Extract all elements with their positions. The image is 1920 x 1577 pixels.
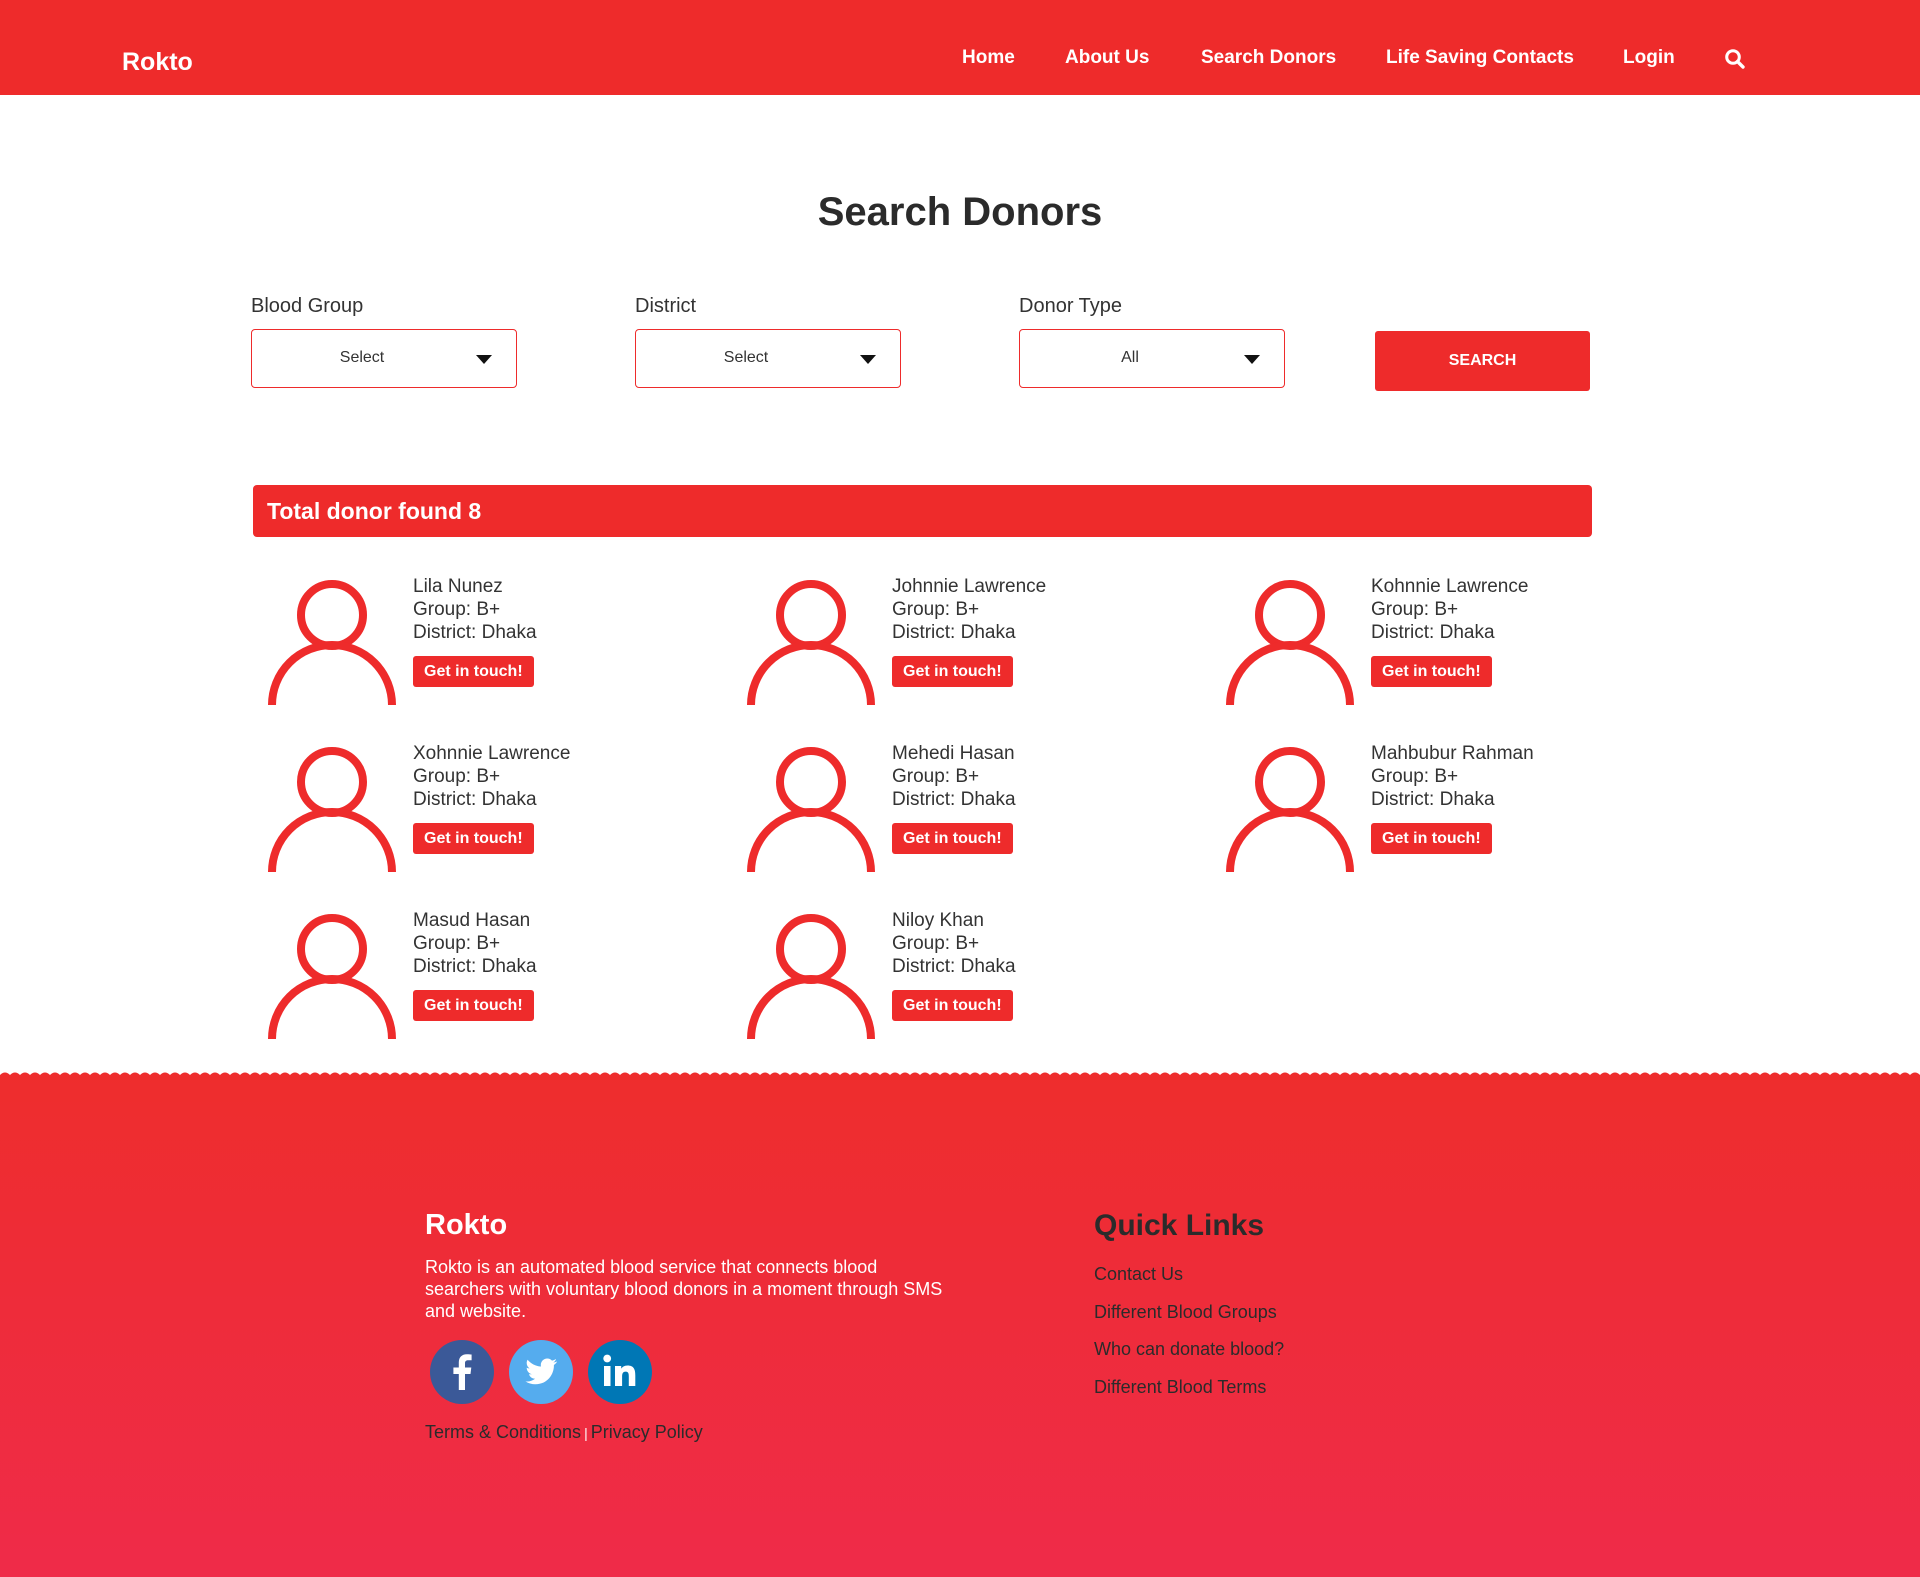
nav-login[interactable]: Login — [1623, 47, 1675, 69]
get-in-touch-button[interactable]: Get in touch! — [1371, 656, 1492, 687]
nav-search-donors[interactable]: Search Donors — [1201, 47, 1336, 69]
donor-info: Lila Nunez Group: B+ District: Dhaka Get in… — [413, 575, 537, 687]
donor-district: District: Dhaka — [892, 622, 1016, 643]
main-nav: Home About Us Search Donors Life Saving … — [0, 47, 1920, 71]
total-donor-text: Total donor found 8 — [267, 498, 482, 524]
donor-card: Lila Nunez Group: B+ District: Dhaka Get in… — [259, 575, 729, 710]
donor-card: Niloy Khan Group: B+ District: Dhaka Get in… — [738, 909, 1208, 1044]
get-in-touch-button[interactable]: Get in touch! — [892, 823, 1013, 854]
chevron-down-icon — [860, 355, 876, 364]
privacy-link[interactable]: Privacy Policy — [591, 1422, 703, 1442]
donor-district: District: Dhaka — [892, 956, 1016, 977]
linkedin-link[interactable] — [588, 1340, 652, 1404]
donor-district: District: Dhaka — [413, 956, 537, 977]
donor-name: Lila Nunez — [413, 576, 503, 597]
donor-type-value: All — [1121, 349, 1139, 366]
twitter-link[interactable] — [509, 1340, 573, 1404]
twitter-icon — [509, 1340, 573, 1404]
donor-group: Group: B+ — [892, 766, 980, 787]
get-in-touch-button[interactable]: Get in touch! — [892, 656, 1013, 687]
donor-district: District: Dhaka — [413, 789, 537, 810]
donor-name: Niloy Khan — [892, 910, 984, 931]
district-value: Select — [723, 349, 769, 366]
donor-name: Masud Hasan — [413, 910, 531, 931]
search-icon[interactable] — [1724, 48, 1746, 70]
get-in-touch-button[interactable]: Get in touch! — [413, 990, 534, 1021]
donor-group: Group: B+ — [892, 933, 980, 954]
donor-group: Group: B+ — [413, 766, 501, 787]
donor-info: Niloy Khan Group: B+ District: Dhaka Get in… — [892, 909, 1016, 1021]
nav-home[interactable]: Home — [962, 47, 1015, 69]
donor-info: Mahbubur Rahman Group: B+ District: Dhaka G… — [1371, 742, 1534, 854]
chevron-down-icon — [1244, 355, 1260, 364]
user-avatar-icon — [268, 914, 396, 1039]
donor-group: Group: B+ — [1371, 766, 1459, 787]
district-select[interactable]: Select — [635, 329, 901, 388]
district-label: District — [635, 295, 697, 317]
get-in-touch-button[interactable]: Get in touch! — [413, 656, 534, 687]
quick-link-who-can-donate[interactable]: Who can donate blood? — [1094, 1339, 1284, 1360]
user-avatar-icon — [747, 914, 875, 1039]
donor-name: Mehedi Hasan — [892, 743, 1015, 764]
blood-group-value: Select — [339, 349, 385, 366]
chevron-down-icon — [476, 355, 492, 364]
user-avatar-icon — [747, 580, 875, 705]
nav-life-saving-contacts[interactable]: Life Saving Contacts — [1386, 47, 1574, 69]
donor-name: Mahbubur Rahman — [1371, 743, 1534, 764]
quick-link-blood-terms[interactable]: Different Blood Terms — [1094, 1377, 1266, 1398]
donor-info: Masud Hasan Group: B+ District: Dhaka Get i… — [413, 909, 537, 1021]
footer-brand: Rokto — [425, 1209, 508, 1241]
donor-name: Johnnie Lawrence — [892, 576, 1047, 597]
top-navbar: Rokto Home About Us Search Donors Life S… — [0, 0, 1920, 95]
donor-district: District: Dhaka — [1371, 622, 1495, 643]
footer-description: Rokto is an automated blood service that… — [425, 1257, 943, 1321]
quick-links-title: Quick Links — [1094, 1209, 1265, 1242]
donor-group: Group: B+ — [413, 933, 501, 954]
facebook-link[interactable] — [430, 1340, 494, 1404]
donor-info: Kohnnie Lawrence Group: B+ District: Dhaka… — [1371, 575, 1528, 687]
donor-type-label: Donor Type — [1019, 295, 1123, 317]
donor-district: District: Dhaka — [413, 622, 537, 643]
get-in-touch-button[interactable]: Get in touch! — [892, 990, 1013, 1021]
donor-type-select[interactable]: All — [1019, 329, 1285, 388]
facebook-icon — [430, 1340, 494, 1404]
legal-separator: | — [584, 1425, 588, 1441]
donor-district: District: Dhaka — [1371, 789, 1495, 810]
get-in-touch-button[interactable]: Get in touch! — [413, 823, 534, 854]
search-button[interactable]: SEARCH — [1375, 331, 1590, 391]
page-title: Search Donors — [817, 190, 1103, 234]
user-avatar-icon — [268, 747, 396, 872]
donor-card: Masud Hasan Group: B+ District: Dhaka Get i… — [259, 909, 729, 1044]
donor-info: Johnnie Lawrence Group: B+ District: Dhaka… — [892, 575, 1046, 687]
terms-link[interactable]: Terms & Conditions — [425, 1422, 581, 1442]
nav-about-us[interactable]: About Us — [1065, 47, 1149, 69]
total-donor-banner: Total donor found 8 — [253, 485, 1592, 537]
donor-info: Xohnnie Lawrence Group: B+ District: Dhaka… — [413, 742, 570, 854]
donor-name: Kohnnie Lawrence — [1371, 576, 1529, 597]
user-avatar-icon — [1226, 747, 1354, 872]
linkedin-icon — [588, 1340, 652, 1404]
quick-link-blood-groups[interactable]: Different Blood Groups — [1094, 1302, 1277, 1323]
user-avatar-icon — [1226, 580, 1354, 705]
donor-card: Xohnnie Lawrence Group: B+ District: Dhaka… — [259, 742, 729, 877]
donor-group: Group: B+ — [1371, 599, 1459, 620]
donor-group: Group: B+ — [413, 599, 501, 620]
user-avatar-icon — [747, 747, 875, 872]
donor-name: Xohnnie Lawrence — [413, 743, 571, 764]
get-in-touch-button[interactable]: Get in touch! — [1371, 823, 1492, 854]
blood-group-label: Blood Group — [251, 295, 364, 317]
donor-info: Mehedi Hasan Group: B+ District: Dhaka Get … — [892, 742, 1016, 854]
donor-district: District: Dhaka — [892, 789, 1016, 810]
donor-group: Group: B+ — [892, 599, 980, 620]
donor-card: Kohnnie Lawrence Group: B+ District: Dhaka… — [1217, 575, 1687, 710]
donor-card: Johnnie Lawrence Group: B+ District: Dhaka… — [738, 575, 1208, 710]
donor-card: Mehedi Hasan Group: B+ District: Dhaka Get … — [738, 742, 1208, 877]
blood-group-select[interactable]: Select — [251, 329, 517, 388]
donor-card: Mahbubur Rahman Group: B+ District: Dhaka G… — [1217, 742, 1687, 877]
user-avatar-icon — [268, 580, 396, 705]
footer — [0, 1075, 1920, 1577]
quick-link-contact-us[interactable]: Contact Us — [1094, 1264, 1183, 1285]
footer-legal-links: Terms & Conditions | Privacy Policy — [425, 1422, 703, 1443]
